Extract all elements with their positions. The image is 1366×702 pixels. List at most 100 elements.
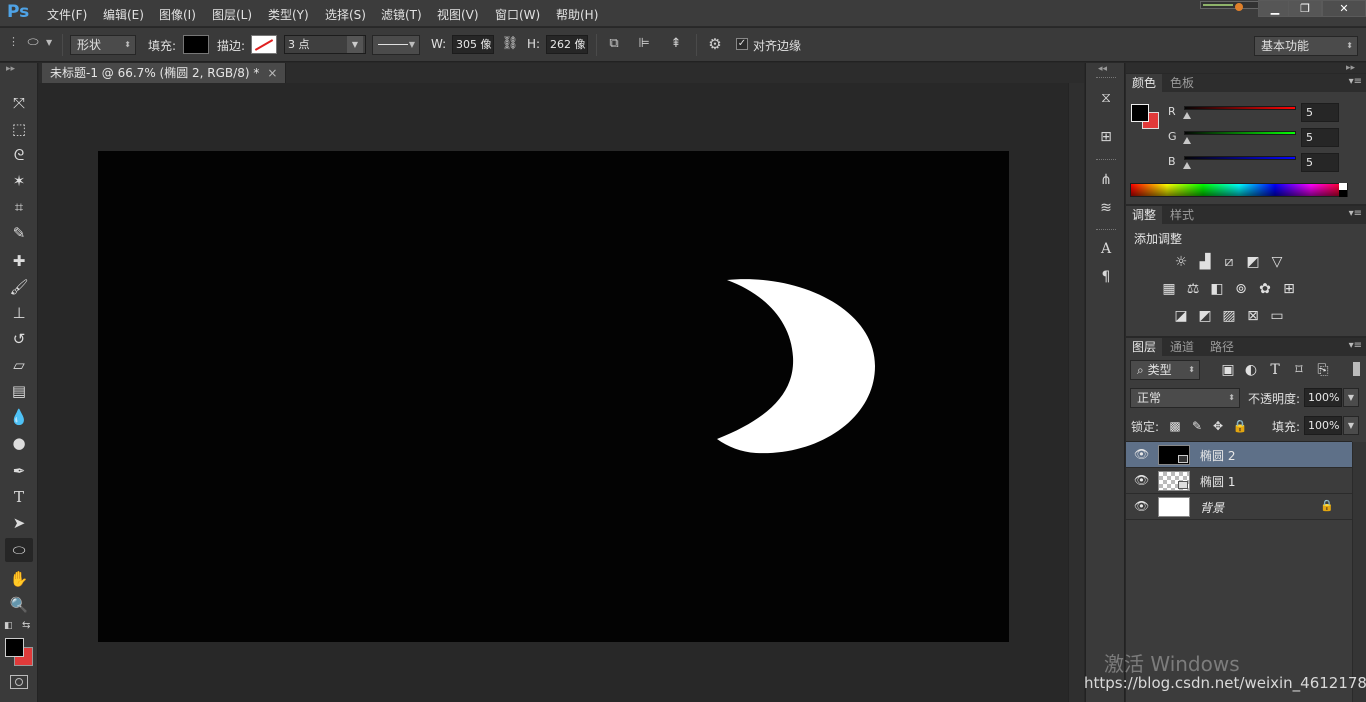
posterize-icon[interactable]: ◩: [1196, 307, 1214, 325]
history-panel-icon[interactable]: ⧖: [1094, 87, 1118, 109]
panel-menu-icon[interactable]: ▾≡: [1349, 340, 1362, 351]
tab-channels[interactable]: 通道: [1164, 338, 1200, 356]
pen-tool-icon[interactable]: ✒: [5, 459, 33, 483]
link-icon[interactable]: ⛓: [500, 36, 520, 51]
type-tool-icon[interactable]: T: [5, 485, 33, 509]
zoom-tool-icon[interactable]: 🔍: [5, 593, 33, 617]
vibrance-icon[interactable]: ▽: [1268, 253, 1286, 271]
mini-slider-knob[interactable]: [1235, 3, 1243, 11]
color-balance-icon[interactable]: ⚖: [1184, 280, 1202, 298]
crescent-moon-shape[interactable]: [717, 279, 875, 454]
collapse-panels-icon[interactable]: ▸▸: [1346, 63, 1355, 73]
black-white-icon[interactable]: ◧: [1208, 280, 1226, 298]
default-colors-icon[interactable]: ◧: [4, 621, 13, 631]
opacity-chevron-icon[interactable]: ▼: [1343, 388, 1359, 407]
color-spectrum-bar[interactable]: [1130, 183, 1348, 197]
menu-layer[interactable]: 图层(L): [212, 6, 252, 23]
layer-row-ellipse-2[interactable]: 👁 椭圆 2: [1126, 442, 1352, 468]
magic-wand-tool-icon[interactable]: ✶: [5, 169, 33, 193]
filter-shape-layers-icon[interactable]: ⌑: [1290, 361, 1308, 379]
menu-help[interactable]: 帮助(H): [556, 6, 598, 23]
visibility-eye-icon[interactable]: 👁: [1134, 473, 1149, 487]
layer-name[interactable]: 椭圆 2: [1200, 447, 1235, 464]
marquee-tool-icon[interactable]: ⬚: [5, 117, 33, 141]
fill-swatch[interactable]: [183, 35, 209, 54]
menu-select[interactable]: 选择(S): [325, 6, 366, 23]
character-panel-icon[interactable]: A: [1094, 238, 1118, 260]
channel-mixer-icon[interactable]: ✿: [1256, 280, 1274, 298]
tab-color[interactable]: 颜色: [1126, 74, 1163, 92]
blue-slider-knob[interactable]: [1183, 162, 1191, 169]
brightness-contrast-icon[interactable]: ☼: [1172, 253, 1190, 271]
hand-tool-icon[interactable]: ✋: [5, 567, 33, 591]
layer-thumbnail[interactable]: [1158, 497, 1190, 517]
lock-position-icon[interactable]: ✥: [1209, 417, 1227, 435]
gradient-map-icon[interactable]: ▭: [1268, 307, 1286, 325]
invert-icon[interactable]: ◪: [1172, 307, 1190, 325]
selective-color-icon[interactable]: ⊠: [1244, 307, 1262, 325]
visibility-eye-icon[interactable]: 👁: [1134, 447, 1149, 461]
red-value-field[interactable]: 5: [1301, 103, 1339, 122]
dodge-tool-icon[interactable]: ●: [5, 431, 33, 455]
panel-menu-icon[interactable]: ▾≡: [1349, 76, 1362, 87]
gear-icon[interactable]: ⚙: [705, 35, 725, 53]
eraser-tool-icon[interactable]: ▱: [5, 353, 33, 377]
spectrum-black-chip[interactable]: [1339, 190, 1347, 197]
eyedropper-tool-icon[interactable]: ✎: [5, 221, 33, 245]
lock-transparent-pixels-icon[interactable]: ▩: [1166, 417, 1184, 435]
crop-tool-icon[interactable]: ⌗: [5, 195, 33, 219]
red-slider-knob[interactable]: [1183, 112, 1191, 119]
foreground-color-swatch[interactable]: [5, 638, 24, 657]
layer-filter-kind-dropdown[interactable]: ⌕ 类型 ⬍: [1130, 360, 1200, 380]
swap-colors-icon[interactable]: ⇆: [22, 620, 30, 631]
lock-all-icon[interactable]: 🔒: [1231, 417, 1249, 435]
layers-scrollbar[interactable]: [1352, 442, 1366, 702]
path-arrangement-icon[interactable]: ⇞: [665, 36, 687, 51]
blue-slider-track[interactable]: [1184, 156, 1296, 160]
tab-paths[interactable]: 路径: [1204, 338, 1240, 356]
shape-mode-dropdown[interactable]: 形状 ⬍: [70, 35, 136, 55]
opacity-field[interactable]: 100%: [1304, 388, 1342, 407]
filter-smart-objects-icon[interactable]: ⎘: [1314, 361, 1332, 379]
expand-panels-icon[interactable]: ◂◂: [1098, 64, 1107, 74]
width-field[interactable]: 305 像: [452, 35, 494, 54]
brush-settings-icon[interactable]: ≋: [1094, 197, 1118, 219]
path-alignment-icon[interactable]: ⊫: [634, 36, 654, 51]
close-tab-icon[interactable]: ×: [267, 66, 277, 80]
layer-name[interactable]: 背景: [1200, 499, 1224, 516]
align-edges-checkbox[interactable]: ✓: [736, 38, 748, 50]
tab-swatches[interactable]: 色板: [1164, 74, 1200, 92]
brightness-mini-slider[interactable]: [1200, 1, 1260, 9]
path-operations-icon[interactable]: ⧉: [604, 36, 624, 51]
fill-opacity-field[interactable]: 100%: [1304, 416, 1342, 435]
maximize-button[interactable]: ❐: [1288, 0, 1322, 17]
layer-thumbnail[interactable]: [1158, 445, 1190, 465]
threshold-icon[interactable]: ▨: [1220, 307, 1238, 325]
stroke-swatch[interactable]: [251, 35, 277, 54]
green-slider-knob[interactable]: [1183, 137, 1191, 144]
brush-tool-icon[interactable]: 🖌: [5, 275, 33, 299]
height-field[interactable]: 262 像: [546, 35, 588, 54]
panel-menu-icon[interactable]: ▾≡: [1349, 208, 1362, 219]
quick-mask-icon[interactable]: [10, 675, 28, 689]
filter-adjustment-layers-icon[interactable]: ◐: [1242, 361, 1260, 379]
visibility-eye-icon[interactable]: 👁: [1134, 499, 1149, 513]
color-lookup-icon[interactable]: ⊞: [1280, 280, 1298, 298]
tab-adjustments[interactable]: 调整: [1126, 206, 1163, 224]
menu-type[interactable]: 类型(Y): [268, 6, 309, 23]
fill-chevron-icon[interactable]: ▼: [1343, 416, 1359, 435]
lock-image-pixels-icon[interactable]: ✎: [1188, 417, 1206, 435]
menu-view[interactable]: 视图(V): [437, 6, 479, 23]
red-slider-track[interactable]: [1184, 106, 1296, 110]
layer-row-ellipse-1[interactable]: 👁 椭圆 1: [1126, 468, 1352, 494]
path-selection-tool-icon[interactable]: ➤: [5, 511, 33, 535]
green-slider-track[interactable]: [1184, 131, 1296, 135]
menu-file[interactable]: 文件(F): [47, 6, 87, 23]
document-tab[interactable]: 未标题-1 @ 66.7% (椭圆 2, RGB/8) * ×: [42, 63, 287, 83]
document-canvas[interactable]: [98, 151, 1009, 642]
exposure-icon[interactable]: ◩: [1244, 253, 1262, 271]
lasso-tool-icon[interactable]: ᘓ: [5, 143, 33, 167]
green-value-field[interactable]: 5: [1301, 128, 1339, 147]
healing-brush-tool-icon[interactable]: ✚: [5, 249, 33, 273]
close-button[interactable]: ✕: [1322, 0, 1366, 17]
